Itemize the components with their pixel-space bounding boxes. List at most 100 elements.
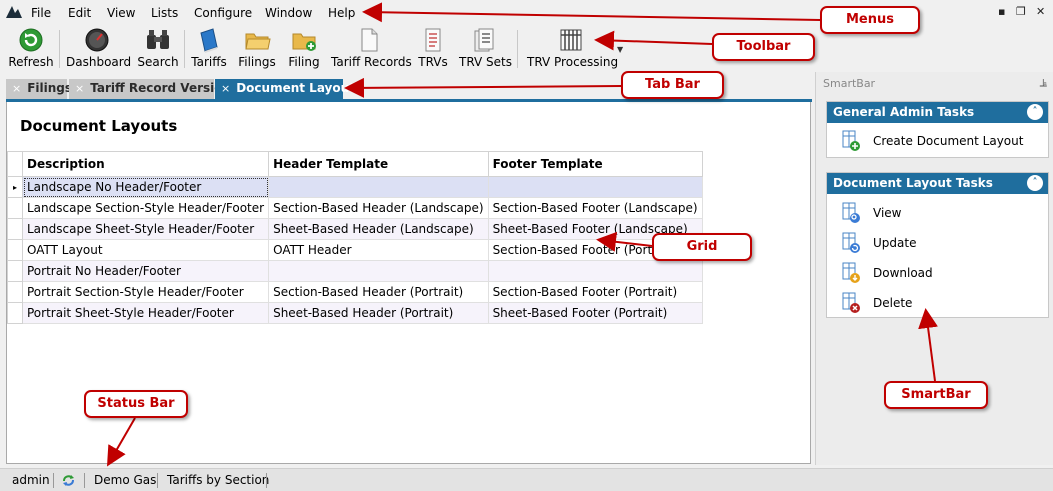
collapse-icon[interactable]: ˄ (1027, 175, 1043, 191)
menu-view[interactable]: View (105, 5, 137, 21)
cell-description[interactable]: Portrait Sheet-Style Header/Footer (21, 302, 270, 324)
status-separator (53, 473, 54, 488)
cell-header-template[interactable]: Section-Based Header (Landscape) (268, 197, 489, 219)
sync-icon[interactable] (61, 473, 76, 488)
tab-close-icon[interactable]: × (221, 82, 230, 95)
cell-footer-template[interactable] (487, 176, 703, 198)
table-row[interactable]: Portrait Section-Style Header/Footer Sect… (7, 281, 703, 303)
trv-processing-button[interactable]: TRV Processing (527, 26, 618, 72)
smartbar-callout: SmartBar (884, 381, 988, 409)
cell-description[interactable]: Landscape Section-Style Header/Footer (21, 197, 270, 219)
cell-footer-template[interactable]: Section-Based Footer (Landscape) (487, 197, 703, 219)
row-header[interactable] (7, 281, 23, 303)
pin-icon[interactable]: ⫡ (1040, 76, 1047, 90)
menu-file[interactable]: File (29, 5, 53, 21)
trv-processing-icon (560, 29, 582, 51)
tariff-book-icon (200, 28, 218, 53)
search-button[interactable]: Search (136, 26, 180, 72)
close-icon[interactable]: ✕ (1036, 5, 1045, 18)
document-layout-tasks-header[interactable]: Document Layout Tasks ˄ (827, 173, 1048, 194)
smartbar-title: SmartBar (823, 77, 876, 90)
trv-sets-icon (474, 28, 494, 52)
cell-footer-template[interactable]: Sheet-Based Footer (Portrait) (487, 302, 703, 324)
binoculars-icon (147, 30, 169, 49)
cell-header-template[interactable]: OATT Header (268, 239, 489, 261)
tab-close-icon[interactable]: × (12, 82, 21, 95)
tab-filings[interactable]: × Filings (6, 79, 72, 99)
filing-button[interactable]: Filing (285, 26, 323, 72)
tariffs-label: Tariffs (191, 55, 227, 69)
cell-description[interactable]: Landscape No Header/Footer (21, 176, 270, 198)
status-bar-callout: Status Bar (84, 390, 188, 418)
row-header[interactable]: ▸ (7, 176, 23, 198)
download-task[interactable]: Download (827, 258, 1048, 288)
grid-header-row: Description Header Template Footer Templ… (7, 151, 703, 177)
row-header[interactable] (7, 260, 23, 282)
cell-description[interactable]: OATT Layout (21, 239, 270, 261)
row-header[interactable] (7, 239, 23, 261)
menu-window[interactable]: Window (263, 5, 314, 21)
menu-configure[interactable]: Configure (192, 5, 254, 21)
toolbar-separator (517, 30, 518, 68)
table-row[interactable]: ▸ Landscape No Header/Footer (7, 176, 703, 198)
cell-description[interactable]: Portrait Section-Style Header/Footer (21, 281, 270, 303)
table-row[interactable]: Landscape Sheet-Style Header/Footer Sheet… (7, 218, 703, 240)
column-header-footer-template[interactable]: Footer Template (487, 151, 703, 177)
menu-help[interactable]: Help (326, 5, 357, 21)
tab-tariff-record-versions[interactable]: × Tariff Record Versions (69, 79, 238, 99)
menu-edit[interactable]: Edit (66, 5, 93, 21)
status-separator (157, 473, 158, 488)
cell-description[interactable]: Landscape Sheet-Style Header/Footer (21, 218, 270, 240)
cell-header-template[interactable]: Sheet-Based Header (Landscape) (268, 218, 489, 240)
document-icon (361, 28, 378, 52)
document-layouts-grid: Description Header Template Footer Templ… (7, 151, 703, 324)
toolbar-callout: Toolbar (712, 33, 815, 61)
filings-label: Filings (238, 55, 276, 69)
status-separator (266, 473, 267, 488)
delete-task[interactable]: Delete (827, 288, 1048, 318)
collapse-icon[interactable]: ˄ (1027, 104, 1043, 120)
create-layout-icon (842, 130, 860, 151)
menu-lists[interactable]: Lists (149, 5, 180, 21)
chevron-down-icon[interactable]: ▼ (617, 45, 623, 54)
tab-document-layouts[interactable]: × Document Layouts (215, 79, 362, 99)
restore-icon[interactable]: ❐ (1016, 5, 1026, 18)
tariff-records-button[interactable]: Tariff Records (331, 26, 412, 72)
create-document-layout-task[interactable]: Create Document Layout (827, 126, 1048, 156)
update-layout-icon (842, 232, 860, 253)
table-row[interactable]: Portrait Sheet-Style Header/Footer Sheet-… (7, 302, 703, 324)
refresh-icon (19, 28, 43, 52)
cell-header-template[interactable] (268, 176, 489, 198)
update-task[interactable]: Update (827, 228, 1048, 258)
trv-sets-button[interactable]: TRV Sets (459, 26, 512, 72)
view-task[interactable]: View (827, 198, 1048, 228)
view-layout-icon (842, 202, 860, 223)
cell-footer-template[interactable]: Section-Based Footer (Portrait) (487, 281, 703, 303)
task-label: View (873, 206, 902, 220)
table-row[interactable]: OATT Layout OATT Header Section-Based Foot… (7, 239, 703, 261)
tab-bar-callout: Tab Bar (621, 71, 724, 99)
minimize-icon[interactable]: ▪ (998, 5, 1005, 18)
cell-header-template[interactable]: Sheet-Based Header (Portrait) (268, 302, 489, 324)
cell-header-template[interactable] (268, 260, 489, 282)
row-header[interactable] (7, 218, 23, 240)
panel-title: Document Layout Tasks (833, 176, 993, 190)
cell-header-template[interactable]: Section-Based Header (Portrait) (268, 281, 489, 303)
download-layout-icon (842, 262, 860, 283)
tariffs-button[interactable]: Tariffs (190, 26, 228, 72)
general-admin-tasks-header[interactable]: General Admin Tasks ˄ (827, 102, 1048, 123)
column-header-description[interactable]: Description (21, 151, 270, 177)
grid-callout: Grid (652, 233, 752, 261)
filings-button[interactable]: Filings (237, 26, 277, 72)
cell-description[interactable]: Portrait No Header/Footer (21, 260, 270, 282)
trvs-button[interactable]: TRVs (416, 26, 450, 72)
row-header[interactable] (7, 302, 23, 324)
column-header-header-template[interactable]: Header Template (268, 151, 489, 177)
table-row[interactable]: Portrait No Header/Footer (7, 260, 703, 282)
dashboard-button[interactable]: Dashboard (66, 26, 131, 72)
tab-close-icon[interactable]: × (75, 82, 84, 95)
refresh-button[interactable]: Refresh (8, 26, 54, 72)
table-row[interactable]: Landscape Section-Style Header/Footer Sec… (7, 197, 703, 219)
row-header[interactable] (7, 197, 23, 219)
cell-footer-template[interactable] (487, 260, 703, 282)
